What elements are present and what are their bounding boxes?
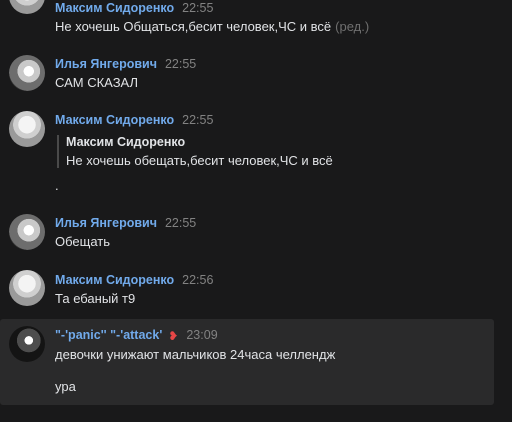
message-header: Илья Янгерович 22:55 xyxy=(55,57,196,71)
timestamp[interactable]: 22:55 xyxy=(165,216,196,230)
message-header: Максим Сидоренко 22:55 xyxy=(55,1,213,15)
message-text-line-1: девочки унижают мальчиков 24часа челленд… xyxy=(55,347,336,362)
avatar[interactable] xyxy=(9,55,45,91)
message-header: Максим Сидоренко 22:55 xyxy=(55,113,213,127)
author-name[interactable]: Илья Янгерович xyxy=(55,57,157,71)
edited-label[interactable]: (ред.) xyxy=(335,19,369,34)
quoted-message[interactable]: Максим Сидоренко Не хочешь обещать,бесит… xyxy=(57,135,333,168)
message-text: Обещать xyxy=(55,234,111,249)
message-text: Та ебаный т9 xyxy=(55,291,136,306)
timestamp[interactable]: 23:09 xyxy=(186,328,217,342)
message-header: Максим Сидоренко 22:56 xyxy=(55,273,213,287)
author-name[interactable]: Максим Сидоренко xyxy=(55,1,174,15)
timestamp[interactable]: 22:55 xyxy=(182,1,213,15)
avatar[interactable] xyxy=(9,214,45,250)
message-header: "-'panic'' "-'attack' ❥ 23:09 xyxy=(55,328,218,343)
heart-swirl-icon: ❥ xyxy=(168,328,179,343)
message-text: САМ СКАЗАЛ xyxy=(55,75,139,90)
message-text: . xyxy=(55,178,59,193)
quote-author: Максим Сидоренко xyxy=(66,135,186,149)
message-body: Не хочешь Общаться,бесит человек,ЧС и вс… xyxy=(55,19,332,34)
message-text: Не хочешь Общаться,бесит человек,ЧС и вс… xyxy=(55,19,369,34)
timestamp[interactable]: 22:56 xyxy=(182,273,213,287)
author-name[interactable]: Максим Сидоренко xyxy=(55,273,174,287)
avatar[interactable] xyxy=(9,0,45,14)
avatar[interactable] xyxy=(9,111,45,147)
author-name[interactable]: Илья Янгерович xyxy=(55,216,157,230)
message-header: Илья Янгерович 22:55 xyxy=(55,216,196,230)
timestamp[interactable]: 22:55 xyxy=(165,57,196,71)
author-name[interactable]: "-'panic'' "-'attack' xyxy=(55,328,162,342)
timestamp[interactable]: 22:55 xyxy=(182,113,213,127)
quote-text: Не хочешь обещать,бесит человек,ЧС и всё xyxy=(66,153,333,168)
author-name[interactable]: Максим Сидоренко xyxy=(55,113,174,127)
avatar[interactable] xyxy=(9,270,45,306)
message-text-line-2: ура xyxy=(55,379,76,394)
avatar[interactable] xyxy=(9,326,45,362)
